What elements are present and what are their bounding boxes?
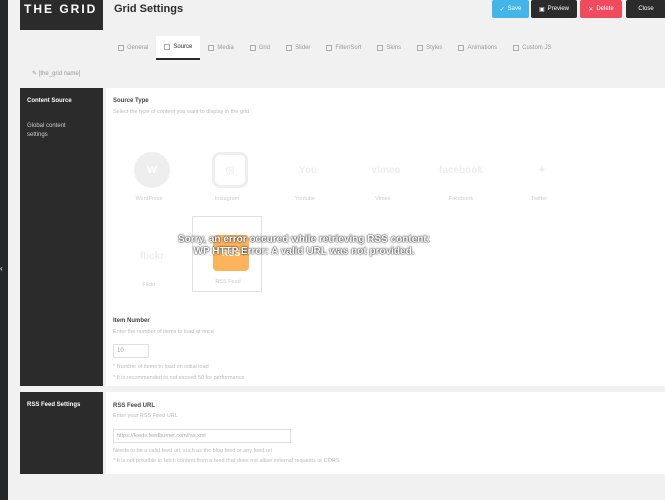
media-icon bbox=[208, 45, 215, 51]
brand-logo-box: THE GRID bbox=[20, 0, 103, 30]
error-line-1: Sorry, an error occured while retrieving… bbox=[177, 234, 431, 245]
tab-label: General bbox=[127, 45, 149, 51]
tab-skins[interactable]: Skins bbox=[369, 36, 409, 60]
tab-general[interactable]: General bbox=[110, 36, 156, 60]
brand-logo: THE GRID bbox=[24, 2, 98, 16]
youtube-icon: You bbox=[298, 164, 318, 176]
slider-icon bbox=[286, 45, 293, 51]
rss-error-message: Sorry, an error occured while retrieving… bbox=[170, 234, 438, 258]
shortcode-text: [the_grid name] bbox=[38, 71, 81, 77]
tab-label: Custom JS bbox=[522, 45, 552, 51]
sidebar-item-global-settings[interactable]: Global content settings bbox=[27, 122, 87, 140]
rss-url-label: RSS Feed URL bbox=[113, 403, 156, 409]
delete-button[interactable]: ✕ Delete bbox=[580, 0, 622, 18]
rss-help-text: Needs to be a valid feed url, such as th… bbox=[113, 448, 272, 454]
sidebar-content-source: Content Source Global content settings bbox=[20, 88, 103, 386]
flickr-icon: flickr bbox=[140, 250, 164, 262]
close-label: Close bbox=[638, 6, 654, 12]
save-label: Save bbox=[507, 6, 522, 12]
gear-icon bbox=[118, 45, 124, 51]
sidebar-section-title: Content Source bbox=[27, 98, 72, 104]
wordpress-icon: W bbox=[134, 152, 170, 188]
collapse-arrow-icon[interactable]: ‹ bbox=[0, 264, 3, 273]
delete-label: Delete bbox=[596, 6, 614, 12]
item-number-note: * It is recommended to not exceed 50 for… bbox=[113, 375, 245, 381]
trash-icon: ✕ bbox=[588, 6, 594, 13]
tab-label: Media bbox=[217, 45, 234, 51]
sidebar-section-title: RSS Feed Settings bbox=[27, 402, 81, 408]
save-icon: ✓ bbox=[499, 6, 505, 13]
save-button[interactable]: ✓ Save bbox=[492, 0, 529, 18]
tab-label: Styles bbox=[426, 45, 443, 51]
source-name: Flickr bbox=[142, 282, 156, 288]
rss-url-input[interactable]: https://feeds.feedburner.com/rss.xml bbox=[113, 429, 291, 443]
item-number-note: * Number of items to load on initial loa… bbox=[113, 364, 209, 370]
page-title: Grid Settings bbox=[114, 3, 184, 15]
facebook-icon: facebook bbox=[439, 164, 483, 176]
item-number-label: Item Number bbox=[113, 318, 150, 324]
source-option-vimeo[interactable]: vimeo Vimeo bbox=[348, 134, 418, 210]
sidebar-rss-settings: RSS Feed Settings bbox=[20, 392, 103, 474]
source-name: RSS Feed bbox=[215, 279, 241, 285]
filter-icon bbox=[326, 45, 333, 51]
tab-label: Source bbox=[173, 44, 193, 50]
preview-label: Preview bbox=[547, 6, 569, 12]
preview-icon: ▣ bbox=[538, 6, 545, 13]
item-number-desc: Enter the number of items to load at onc… bbox=[113, 329, 214, 335]
animation-icon bbox=[458, 45, 465, 51]
source-icon bbox=[164, 44, 171, 50]
error-line-2: WP HTTP Error: A valid URL was not provi… bbox=[193, 246, 415, 257]
instagram-icon: ◎ bbox=[212, 152, 248, 188]
tab-slider[interactable]: Slider bbox=[278, 36, 318, 60]
source-type-label: Source Type bbox=[113, 98, 149, 104]
source-name: WordPress bbox=[135, 196, 163, 202]
source-name: Vimeo bbox=[375, 196, 391, 202]
source-name: Facebook bbox=[448, 196, 474, 202]
grid-icon bbox=[249, 45, 256, 51]
tab-label: Skins bbox=[386, 45, 402, 51]
tab-styles[interactable]: Styles bbox=[409, 36, 450, 60]
tab-label: Animations bbox=[467, 45, 498, 51]
shortcode-display[interactable]: ✎ [the_grid name] bbox=[32, 70, 80, 77]
source-option-instagram[interactable]: ◎ Instagram bbox=[192, 134, 262, 210]
item-number-input[interactable]: 10 bbox=[113, 344, 149, 358]
source-name: Youtube bbox=[295, 196, 315, 202]
tab-animations[interactable]: Animations bbox=[450, 36, 505, 60]
source-option-youtube[interactable]: You Youtube bbox=[270, 134, 340, 210]
tab-label: Filter/Sort bbox=[335, 45, 362, 51]
vimeo-icon: vimeo bbox=[371, 164, 401, 176]
tab-label: Slider bbox=[295, 45, 311, 51]
tab-grid[interactable]: Grid bbox=[242, 36, 278, 60]
twitter-icon: ✦ bbox=[537, 164, 547, 176]
rss-help-text: * It is not possible to fetch content fr… bbox=[113, 458, 340, 464]
close-button[interactable]: Close bbox=[626, 0, 665, 18]
code-icon bbox=[513, 45, 520, 51]
tab-filter-sort[interactable]: Filter/Sort bbox=[318, 36, 369, 60]
tab-media[interactable]: Media bbox=[200, 36, 241, 60]
styles-icon bbox=[417, 45, 424, 51]
settings-tabs: General Source Media Grid Slider Filter/… bbox=[110, 36, 665, 60]
source-name: Twitter bbox=[530, 196, 548, 202]
source-option-wordpress[interactable]: W WordPress bbox=[114, 134, 184, 210]
wp-admin-menu: ‹ bbox=[0, 0, 8, 500]
rss-url-desc: Enter your RSS Feed URL bbox=[113, 413, 178, 419]
source-option-twitter[interactable]: ✦ Twitter bbox=[504, 134, 574, 210]
pencil-icon: ✎ bbox=[32, 71, 38, 77]
tab-label: Grid bbox=[258, 45, 271, 51]
source-name: Instagram bbox=[214, 196, 240, 202]
source-type-desc: Select the type of content you want to d… bbox=[113, 109, 250, 115]
preview-button[interactable]: ▣ Preview bbox=[531, 0, 577, 18]
tab-source[interactable]: Source bbox=[156, 36, 201, 60]
source-option-flickr[interactable]: flickr Flickr bbox=[114, 220, 184, 296]
tab-custom-js[interactable]: Custom JS bbox=[505, 36, 559, 60]
skins-icon bbox=[377, 45, 384, 51]
source-option-facebook[interactable]: facebook Facebook bbox=[426, 134, 496, 210]
